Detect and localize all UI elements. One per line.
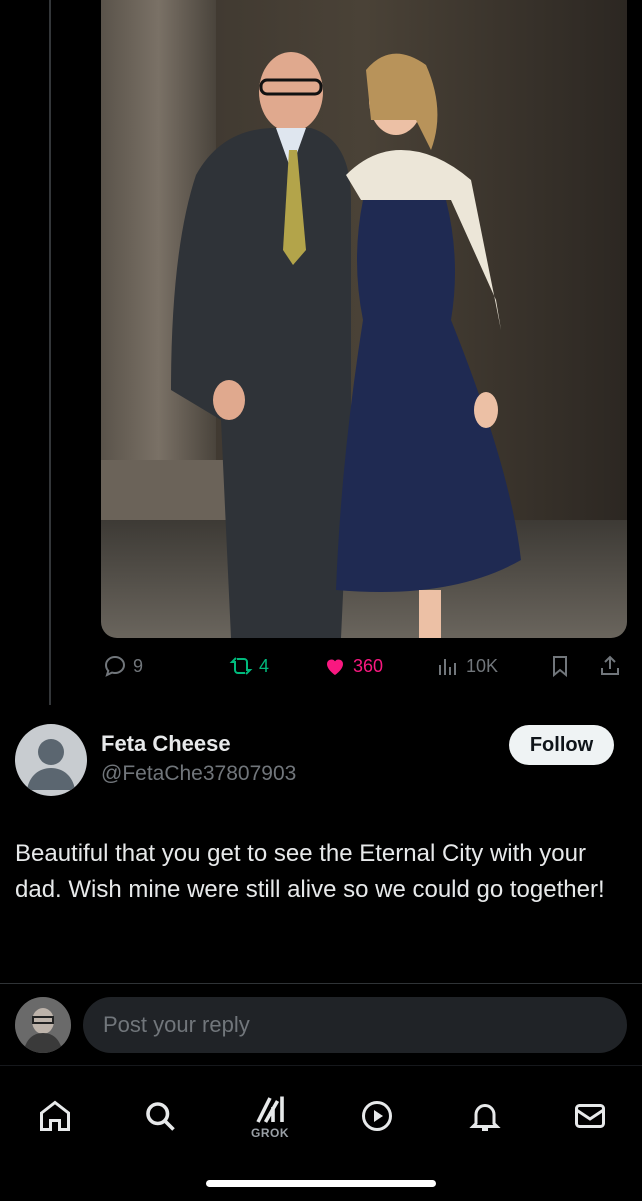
repost-action[interactable]: 4: [229, 654, 269, 678]
my-avatar[interactable]: [15, 997, 71, 1053]
bell-icon: [469, 1104, 501, 1131]
like-action[interactable]: 360: [323, 654, 383, 678]
reply-body: Beautiful that you get to see the Eterna…: [15, 840, 605, 903]
bookmark-icon: [553, 656, 567, 678]
follow-button[interactable]: Follow: [509, 725, 614, 765]
share-icon: [601, 655, 619, 675]
author-handle[interactable]: @FetaChe37807903: [101, 762, 296, 786]
nav-search[interactable]: [130, 1086, 190, 1146]
views-count: 10K: [466, 655, 499, 676]
grok-label: GROK: [251, 1126, 289, 1140]
reply-author-row: Feta Cheese @FetaChe37807903 Follow: [0, 722, 642, 802]
nav-messages[interactable]: [560, 1086, 620, 1146]
divider: [0, 983, 642, 984]
reply-icon: [104, 655, 126, 677]
author-name[interactable]: Feta Cheese: [101, 731, 231, 757]
heart-icon: [327, 659, 343, 675]
nav-notifications[interactable]: [455, 1086, 515, 1146]
home-icon: [40, 1100, 70, 1131]
default-avatar[interactable]: [15, 724, 87, 796]
home-indicator[interactable]: [206, 1180, 436, 1187]
compose-bar: Post your reply: [0, 995, 642, 1055]
mail-icon: [575, 1104, 605, 1128]
nav-grok[interactable]: GROK: [240, 1086, 300, 1146]
bookmark-action[interactable]: [548, 654, 572, 678]
reply-count: 9: [133, 655, 144, 676]
grok-icon: [256, 1096, 284, 1123]
views-icon: [439, 659, 456, 675]
play-icon: [362, 1101, 392, 1131]
post-photo[interactable]: [101, 0, 627, 638]
repost-count: 4: [259, 655, 270, 676]
like-count: 360: [353, 655, 384, 676]
post-actions: 9 4 360 10K: [101, 650, 627, 682]
repost-icon: [229, 657, 253, 675]
nav-video[interactable]: [347, 1086, 407, 1146]
reply-action[interactable]: 9: [103, 654, 143, 678]
reply-input[interactable]: Post your reply: [83, 997, 627, 1053]
thread-line: [49, 0, 51, 705]
user-silhouette-icon: [27, 739, 75, 790]
share-action[interactable]: [598, 654, 622, 678]
search-icon: [146, 1102, 175, 1131]
nav-home[interactable]: [25, 1086, 85, 1146]
photo-image: [101, 0, 627, 638]
avatar-photo-icon: [15, 997, 71, 1053]
views-action[interactable]: 10K: [436, 654, 498, 678]
